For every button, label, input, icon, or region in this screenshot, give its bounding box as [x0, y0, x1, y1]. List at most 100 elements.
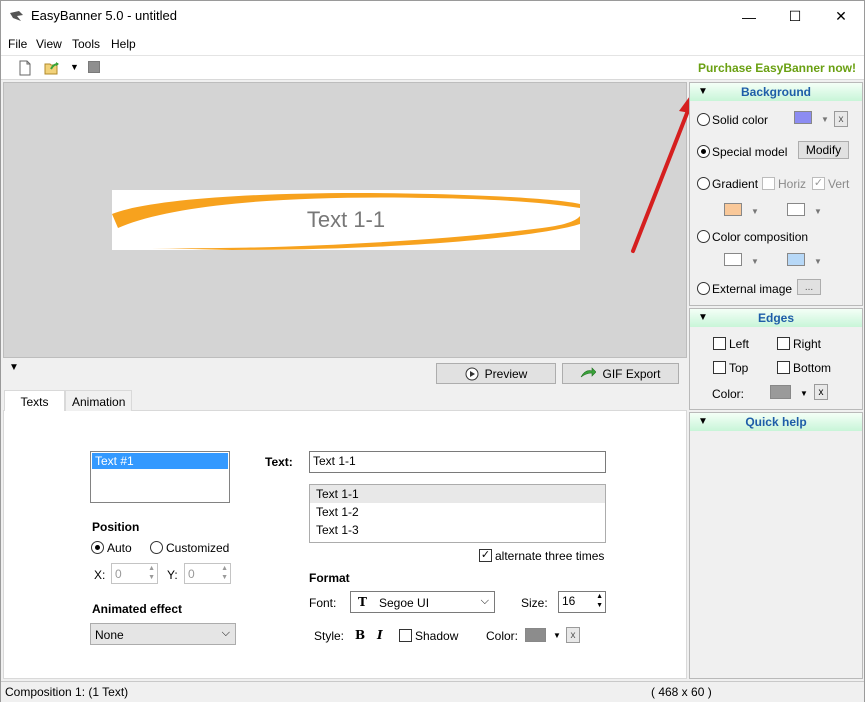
size-label: Size:	[521, 596, 548, 610]
quick-help-title: Quick help	[745, 415, 807, 429]
color-composition-radio[interactable]	[697, 230, 710, 243]
tab-texts[interactable]: Texts	[4, 390, 65, 413]
gif-export-button[interactable]: GIF Export	[562, 363, 679, 384]
bold-button[interactable]: B	[355, 628, 365, 642]
open-dropdown-arrow-icon[interactable]: ▼	[70, 62, 79, 72]
clear-color-button[interactable]: x	[566, 627, 580, 643]
top-edge-checkbox[interactable]	[713, 361, 726, 374]
vert-checkbox[interactable]: ✓	[812, 177, 825, 190]
color-dropdown-icon[interactable]: ▼	[553, 631, 561, 640]
collapse-triangle-icon[interactable]: ▼	[698, 312, 708, 323]
new-file-icon[interactable]	[17, 60, 33, 76]
alternate-label: alternate three times	[495, 549, 605, 563]
preview-button[interactable]: Preview	[436, 363, 556, 384]
banner-preview[interactable]: Text 1-1	[112, 190, 580, 250]
up-arrow-icon[interactable]: ▲	[596, 593, 603, 600]
clear-solid-color-button[interactable]: x	[834, 111, 848, 127]
text-color-swatch[interactable]	[525, 628, 546, 642]
banner-text: Text 1-1	[306, 207, 386, 232]
dropdown-arrow-icon[interactable]: ▼	[751, 207, 759, 216]
font-value: Segoe UI	[379, 596, 430, 610]
list-item[interactable]: Text 1-2	[310, 503, 605, 521]
color-composition-label: Color composition	[712, 230, 809, 244]
composition-color-1-swatch[interactable]	[724, 253, 742, 266]
list-item[interactable]: Text 1-3	[310, 521, 605, 539]
top-edge-label: Top	[729, 361, 749, 375]
purchase-link[interactable]: Purchase EasyBanner now!	[698, 61, 856, 75]
text-list[interactable]: Text #1	[90, 451, 230, 503]
up-arrow-icon[interactable]: ▲	[148, 565, 155, 572]
customized-radio[interactable]	[150, 541, 163, 554]
right-edge-checkbox[interactable]	[777, 337, 790, 350]
down-arrow-icon[interactable]: ▼	[148, 574, 155, 581]
gradient-color-1-swatch[interactable]	[724, 203, 742, 216]
edge-color-swatch[interactable]	[770, 385, 791, 399]
y-stepper[interactable]: 0 ▲ ▼	[184, 563, 231, 584]
text-label: Text:	[265, 455, 293, 469]
vert-label: Vert	[828, 177, 850, 191]
list-item[interactable]: Text #1	[92, 453, 228, 469]
quick-help-header[interactable]: ▼ Quick help	[690, 413, 862, 431]
external-image-radio[interactable]	[697, 282, 710, 295]
customized-label: Customized	[166, 541, 230, 555]
background-header[interactable]: ▼ Background	[690, 83, 862, 101]
solid-color-label: Solid color	[712, 113, 769, 127]
solid-color-swatch[interactable]	[794, 111, 812, 124]
dropdown-arrow-icon[interactable]: ▼	[814, 257, 822, 266]
text-input[interactable]: Text 1-1	[309, 451, 606, 473]
banner-canvas[interactable]: Text 1-1	[3, 82, 687, 358]
edges-header[interactable]: ▼ Edges	[690, 309, 862, 327]
dropdown-arrow-icon[interactable]: ▼	[821, 115, 829, 124]
y-label: Y:	[167, 568, 178, 582]
style-label: Style:	[314, 629, 345, 643]
size-value: 16	[562, 594, 576, 608]
menu-help[interactable]: Help	[111, 37, 136, 51]
size-stepper[interactable]: 16 ▲ ▼	[558, 591, 606, 613]
status-composition: Composition 1: (1 Text)	[5, 685, 129, 699]
list-item[interactable]: Text 1-1	[310, 485, 605, 503]
menu-tools[interactable]: Tools	[72, 37, 100, 51]
composition-color-2-swatch[interactable]	[787, 253, 805, 266]
down-arrow-icon[interactable]: ▼	[596, 602, 603, 609]
clear-edge-color-button[interactable]: x	[814, 384, 828, 400]
bottom-edge-checkbox[interactable]	[777, 361, 790, 374]
shadow-checkbox[interactable]	[399, 629, 412, 642]
dropdown-arrow-icon[interactable]: ▼	[800, 389, 808, 398]
minimize-button[interactable]: —	[726, 1, 772, 32]
browse-image-button[interactable]: ...	[797, 279, 821, 295]
maximize-button[interactable]: ☐	[772, 1, 818, 32]
gradient-color-2-swatch[interactable]	[787, 203, 805, 216]
solid-color-radio[interactable]	[697, 113, 710, 126]
tab-animation[interactable]: Animation	[65, 390, 133, 412]
open-folder-icon[interactable]	[44, 60, 60, 76]
status-bar: Composition 1: (1 Text) ( 468 x 60 )	[1, 681, 864, 702]
x-stepper[interactable]: 0 ▲ ▼	[111, 563, 158, 584]
variants-list[interactable]: Text 1-1 Text 1-2 Text 1-3	[309, 484, 606, 543]
right-edge-label: Right	[793, 337, 822, 351]
modify-button[interactable]: Modify	[798, 141, 849, 159]
collapse-triangle-icon[interactable]: ▼	[698, 86, 708, 97]
italic-button[interactable]: I	[377, 628, 383, 642]
external-image-label: External image	[712, 282, 793, 296]
special-model-radio[interactable]	[697, 145, 710, 158]
special-model-label: Special model	[712, 145, 788, 159]
stop-icon[interactable]	[88, 61, 100, 73]
left-edge-checkbox[interactable]	[713, 337, 726, 350]
alternate-checkbox[interactable]: ✓	[479, 549, 492, 562]
auto-radio[interactable]	[91, 541, 104, 554]
gradient-radio[interactable]	[697, 177, 710, 190]
dropdown-arrow-icon[interactable]: ▼	[814, 207, 822, 216]
dropdown-arrow-icon[interactable]: ▼	[751, 257, 759, 266]
font-select[interactable]: T Segoe UI ⌵	[350, 591, 495, 613]
up-arrow-icon[interactable]: ▲	[221, 565, 228, 572]
title-bar[interactable]: EasyBanner 5.0 - untitled — ☐ ✕	[1, 1, 864, 32]
close-button[interactable]: ✕	[818, 1, 864, 32]
animated-effect-select[interactable]: None ⌵	[90, 623, 236, 645]
horiz-checkbox[interactable]	[762, 177, 775, 190]
down-arrow-icon[interactable]: ▼	[221, 574, 228, 581]
texts-panel: Text #1 Position Auto Customized X: 0 ▲ …	[3, 411, 687, 679]
menu-view[interactable]: View	[36, 37, 62, 51]
collapse-arrow-icon[interactable]: ▼	[9, 362, 19, 373]
menu-file[interactable]: File	[8, 37, 27, 51]
collapse-triangle-icon[interactable]: ▼	[698, 416, 708, 427]
